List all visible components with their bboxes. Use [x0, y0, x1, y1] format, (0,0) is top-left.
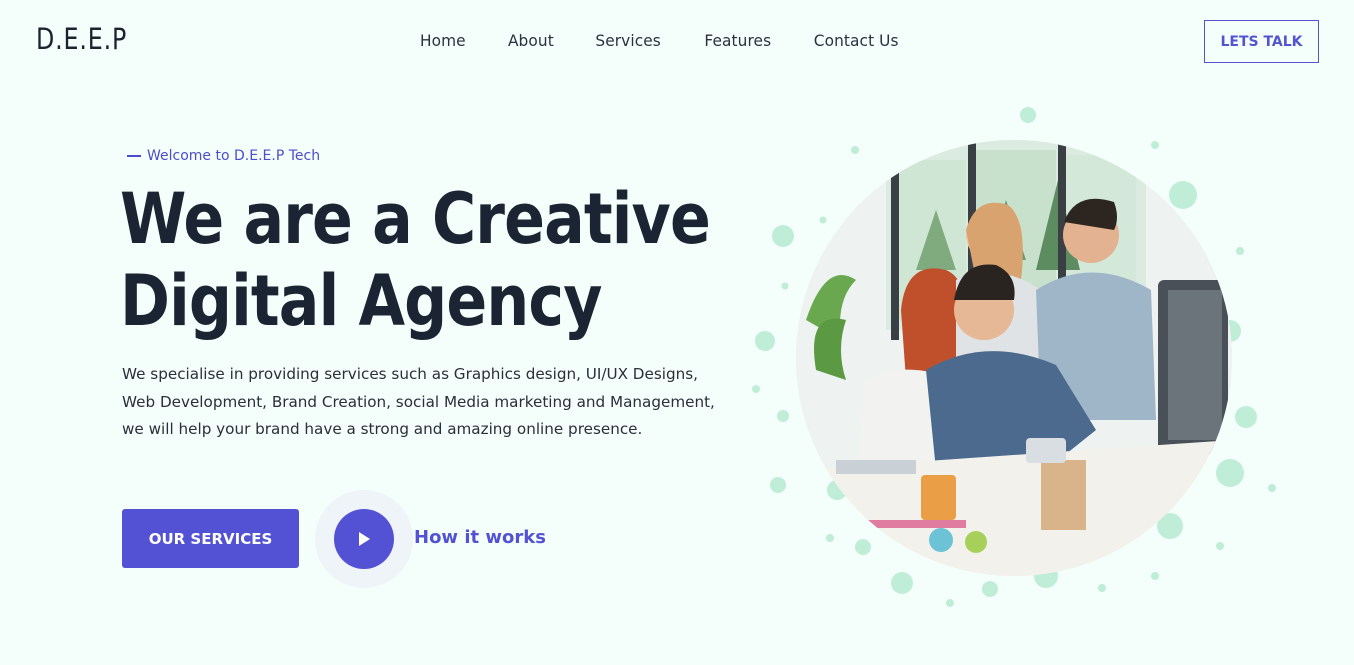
lets-talk-button[interactable]: LETS TALK [1204, 20, 1319, 63]
play-icon [359, 532, 370, 546]
hero-title: We are a Creative Digital Agency [120, 178, 711, 342]
nav-features[interactable]: Features [704, 31, 771, 50]
hero-title-line-1: We are a Creative [120, 178, 711, 260]
nav-home[interactable]: Home [420, 31, 466, 50]
hero-description: We specialise in providing services such… [122, 365, 715, 438]
nav-about[interactable]: About [508, 31, 554, 50]
nav-services[interactable]: Services [596, 31, 662, 50]
hero-title-line-2: Digital Agency [120, 260, 602, 342]
eyebrow-text: Welcome to D.E.E.P Tech [147, 148, 321, 164]
landing-page: D.E.E.P Home About Services Features Con… [0, 0, 1354, 665]
team-working-photo-image [796, 140, 1232, 576]
hero-eyebrow: Welcome to D.E.E.P Tech [127, 148, 320, 164]
main-nav: Home About Services Features Contact Us [419, 31, 901, 50]
brand-logo[interactable]: D.E.E.P [36, 22, 127, 56]
how-it-works-link[interactable]: How it works [414, 527, 546, 548]
play-video-button[interactable] [334, 509, 394, 569]
our-services-button[interactable]: OUR SERVICES [122, 509, 299, 568]
team-photo [796, 140, 1232, 576]
nav-contact-us[interactable]: Contact Us [814, 31, 899, 50]
eyebrow-dash [127, 155, 141, 157]
